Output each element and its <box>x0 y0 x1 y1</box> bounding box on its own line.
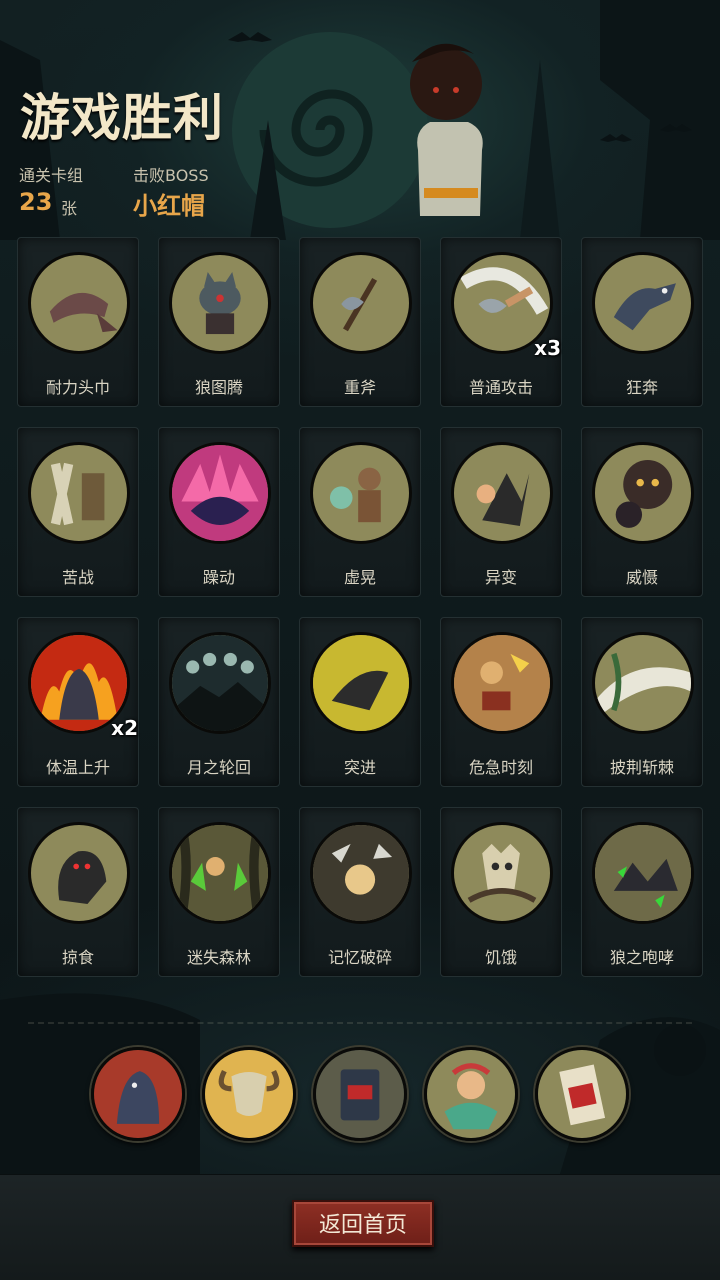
running-wolf-icon <box>592 252 694 354</box>
boss-name: 小红帽 <box>133 192 205 220</box>
card-name: 记忆破碎 <box>327 948 392 967</box>
red-book-relic-icon[interactable] <box>313 1047 407 1141</box>
deck-card[interactable]: 威慑 <box>581 427 703 597</box>
deck-card[interactable]: 耐力头巾 <box>17 237 139 407</box>
deck-card[interactable]: 躁动 <box>158 427 280 597</box>
deck-card[interactable]: 体温上升 x2 <box>17 617 139 787</box>
wolf-howl-icon <box>592 822 694 924</box>
deck-card[interactable]: 饥饿 <box>440 807 562 977</box>
deck-card[interactable]: 记忆破碎 <box>299 807 421 977</box>
deck-label: 通关卡组 <box>19 166 84 185</box>
deck-card[interactable]: 披荆斩棘 <box>581 617 703 787</box>
deck-card[interactable]: 异变 <box>440 427 562 597</box>
boss-label: 击败BOSS <box>133 166 209 185</box>
thorn-slash-icon <box>592 632 694 734</box>
restless-jaws-icon <box>169 442 271 544</box>
back-home-button[interactable]: 返回首页 <box>292 1200 434 1247</box>
card-name: 月之轮回 <box>186 758 251 777</box>
moon-phases-icon <box>169 632 271 734</box>
card-name: 体温上升 <box>45 758 110 777</box>
card-name: 狼之咆哮 <box>609 948 674 967</box>
card-name: 躁动 <box>202 568 235 587</box>
card-name: 掠食 <box>61 948 94 967</box>
werewolf-relic-icon[interactable] <box>91 1047 185 1141</box>
card-name: 饥饿 <box>484 948 517 967</box>
hunger-skull-icon <box>451 822 553 924</box>
section-divider <box>28 1022 692 1024</box>
forest-spirit-relic-icon[interactable] <box>424 1047 518 1141</box>
card-name: 迷失森林 <box>186 948 251 967</box>
lunge-icon <box>310 632 412 734</box>
wolf-totem-icon <box>169 252 271 354</box>
card-multiplier: x2 <box>111 716 138 740</box>
deck-card[interactable]: 狂奔 <box>581 237 703 407</box>
card-multiplier: x3 <box>534 336 561 360</box>
lost-forest-icon <box>169 822 271 924</box>
card-name: 重斧 <box>343 378 376 397</box>
card-name: 耐力头巾 <box>45 378 110 397</box>
card-name: 危急时刻 <box>468 758 533 777</box>
card-name: 狂奔 <box>625 378 658 397</box>
shield-warrior-icon <box>28 442 130 544</box>
deck-card[interactable]: 危急时刻 <box>440 617 562 787</box>
deck-card[interactable]: 掠食 <box>17 807 139 977</box>
shattered-memory-icon <box>310 822 412 924</box>
card-name: 披荆斩棘 <box>609 758 674 777</box>
mutation-icon <box>451 442 553 544</box>
bandana-icon <box>28 252 130 354</box>
card-name: 苦战 <box>61 568 94 587</box>
deck-count: 23 <box>19 188 53 216</box>
card-name: 突进 <box>343 758 376 777</box>
card-name: 狼图腾 <box>194 378 243 397</box>
boxer-icon <box>310 442 412 544</box>
predator-icon <box>28 822 130 924</box>
card-name: 异变 <box>484 568 517 587</box>
deck-card[interactable]: 突进 <box>299 617 421 787</box>
page-title: 游戏胜利 <box>20 89 224 147</box>
relic-row <box>91 1047 629 1141</box>
deck-card[interactable]: 重斧 <box>299 237 421 407</box>
card-name: 威慑 <box>625 568 658 587</box>
deck-card[interactable]: 狼之咆哮 <box>581 807 703 977</box>
ram-skull-relic-icon[interactable] <box>202 1047 296 1141</box>
deck-card[interactable]: 狼图腾 <box>158 237 280 407</box>
deterrence-icon <box>592 442 694 544</box>
heavy-axe-icon <box>310 252 412 354</box>
tarot-card-relic-icon[interactable] <box>535 1047 629 1141</box>
card-name: 虚晃 <box>343 568 376 587</box>
deck-card[interactable]: 苦战 <box>17 427 139 597</box>
deck-card[interactable]: 迷失森林 <box>158 807 280 977</box>
deck-unit: 张 <box>61 199 78 218</box>
crisis-icon <box>451 632 553 734</box>
deck-card[interactable]: 月之轮回 <box>158 617 280 787</box>
deck-card-grid: 耐力头巾 狼图腾 重斧 普通攻击 x3 狂奔苦战 躁动 虚晃 异变 威慑体温上升 x2 月之轮回 突进 危… <box>17 237 703 977</box>
deck-card[interactable]: 普通攻击 x3 <box>440 237 562 407</box>
deck-card[interactable]: 虚晃 <box>299 427 421 597</box>
card-name: 普通攻击 <box>468 378 533 397</box>
